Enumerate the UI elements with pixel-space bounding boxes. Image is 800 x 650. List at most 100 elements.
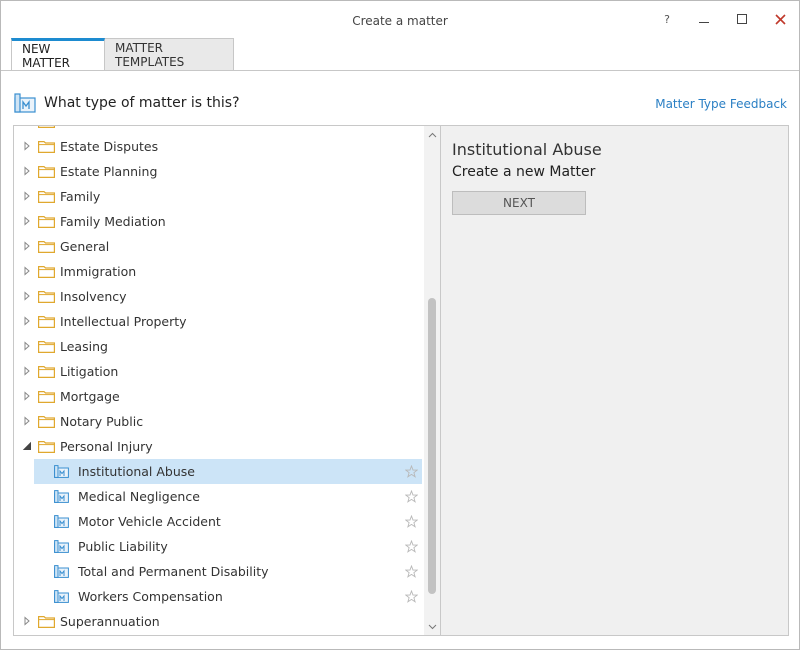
tree-item-insolvency[interactable]: Insolvency: [14, 284, 424, 309]
matter-type-icon: [54, 490, 69, 503]
collapsed-arrow-icon[interactable]: [22, 166, 32, 176]
favorite-star-icon[interactable]: [404, 589, 419, 603]
close-icon: [774, 13, 786, 25]
matter-type-icon: [54, 515, 69, 528]
tree-item-label: Family: [60, 189, 101, 204]
tree-item-general[interactable]: General: [14, 234, 424, 259]
collapsed-arrow-icon[interactable]: [22, 616, 32, 626]
folder-icon: [38, 165, 55, 178]
tab-bar: NEW MATTER MATTER TEMPLATES: [11, 38, 234, 71]
collapsed-arrow-icon[interactable]: [22, 391, 32, 401]
tree-item-workers-compensation[interactable]: Workers Compensation: [34, 584, 422, 609]
tab-divider: [1, 70, 799, 71]
tree-item-label: General: [60, 239, 110, 254]
tree-item-medical-negligence[interactable]: Medical Negligence: [34, 484, 422, 509]
tree-item-label: Estate Planning: [60, 164, 158, 179]
tree-item-family-mediation[interactable]: Family Mediation: [14, 209, 424, 234]
tree-item-label: Family Mediation: [60, 214, 166, 229]
folder-icon: [38, 215, 55, 228]
tree-item-personal-injury[interactable]: Personal Injury: [14, 434, 424, 459]
tree-item-label: Leasing: [60, 339, 108, 354]
collapsed-arrow-icon[interactable]: [22, 366, 32, 376]
selected-matter-subtitle: Create a new Matter: [452, 164, 596, 180]
tree-item-notary-public[interactable]: Notary Public: [14, 409, 424, 434]
expanded-arrow-icon[interactable]: [22, 441, 32, 451]
tab-matter-templates[interactable]: MATTER TEMPLATES: [105, 38, 234, 71]
tree-item-family[interactable]: Family: [14, 184, 424, 209]
favorite-star-icon[interactable]: [404, 514, 419, 528]
collapsed-arrow-icon[interactable]: [22, 216, 32, 226]
tree-item-label: Intellectual Property: [60, 314, 187, 329]
collapsed-arrow-icon[interactable]: [22, 291, 32, 301]
minimize-icon: [699, 21, 709, 23]
tree-item-label: Mortgage: [60, 389, 120, 404]
folder-icon: [38, 390, 55, 403]
collapsed-arrow-icon[interactable]: [22, 266, 32, 276]
minimize-button[interactable]: [689, 9, 719, 29]
tree-item-label: Immigration: [60, 264, 137, 279]
matter-type-icon: [14, 93, 36, 113]
tree-item-label: Motor Vehicle Accident: [78, 514, 221, 529]
tree-item-label: Medical Negligence: [78, 489, 200, 504]
collapsed-arrow-icon[interactable]: [22, 125, 32, 126]
maximize-icon: [737, 14, 747, 24]
collapsed-arrow-icon[interactable]: [22, 316, 32, 326]
favorite-star-icon[interactable]: [404, 564, 419, 578]
chevron-down-icon: [428, 624, 436, 630]
tree-item-label: Litigation: [60, 364, 119, 379]
tree-item-immigration[interactable]: Immigration: [14, 259, 424, 284]
folder-icon: [38, 440, 55, 453]
matter-detail-panel: Institutional Abuse Create a new Matter …: [441, 125, 789, 636]
collapsed-arrow-icon[interactable]: [22, 141, 32, 151]
tree-item-label: Estate Disputes: [60, 139, 159, 154]
folder-icon: [38, 190, 55, 203]
tree-item-motor-vehicle-accident[interactable]: Motor Vehicle Accident: [34, 509, 422, 534]
tree-item-public-liability[interactable]: Public Liability: [34, 534, 422, 559]
folder-icon: [38, 615, 55, 628]
folder-icon: [38, 140, 55, 153]
tree-item-mortgage[interactable]: Mortgage: [14, 384, 424, 409]
selected-matter-title: Institutional Abuse: [452, 140, 602, 159]
tree-item-label: Insolvency: [60, 289, 127, 304]
tab-new-matter[interactable]: NEW MATTER: [11, 38, 105, 71]
folder-icon: [38, 240, 55, 253]
tree-scrollbar[interactable]: [424, 126, 440, 635]
tree-item-superannuation[interactable]: Superannuation: [14, 609, 424, 634]
tree-item-litigation[interactable]: Litigation: [14, 359, 424, 384]
scroll-down-button[interactable]: [427, 622, 437, 632]
tree-item-estate-planning[interactable]: Estate Planning: [14, 159, 424, 184]
matter-type-icon: [54, 565, 69, 578]
scrollbar-thumb[interactable]: [428, 298, 436, 594]
matter-type-tree: Estate Administration Estate Disputes Esta…: [13, 125, 441, 636]
next-button[interactable]: NEXT: [452, 191, 586, 215]
matter-type-icon: [54, 590, 69, 603]
collapsed-arrow-icon[interactable]: [22, 341, 32, 351]
help-icon: ?: [664, 12, 670, 26]
folder-icon: [38, 315, 55, 328]
tree-item-label: Institutional Abuse: [78, 464, 195, 479]
favorite-star-icon[interactable]: [404, 464, 419, 478]
title-bar: Create a matter ?: [1, 1, 799, 37]
collapsed-arrow-icon[interactable]: [22, 241, 32, 251]
tree-item-label: Workers Compensation: [78, 589, 223, 604]
tree-item-label: Superannuation: [60, 614, 160, 629]
collapsed-arrow-icon[interactable]: [22, 416, 32, 426]
tree-item-institutional-abuse[interactable]: Institutional Abuse: [34, 459, 422, 484]
collapsed-arrow-icon[interactable]: [22, 191, 32, 201]
close-button[interactable]: [765, 9, 795, 29]
tree-item-leasing[interactable]: Leasing: [14, 334, 424, 359]
tree-item-total-and-permanent-disability[interactable]: Total and Permanent Disability: [34, 559, 422, 584]
folder-icon: [38, 265, 55, 278]
favorite-star-icon[interactable]: [404, 489, 419, 503]
tree-item-estate-disputes[interactable]: Estate Disputes: [14, 134, 424, 159]
maximize-button[interactable]: [727, 9, 757, 29]
tree-item-label: Personal Injury: [60, 439, 153, 454]
tree-item-intellectual-property[interactable]: Intellectual Property: [14, 309, 424, 334]
tree-item-partial[interactable]: Estate Administration: [14, 125, 424, 134]
chevron-up-icon: [428, 132, 436, 138]
scroll-up-button[interactable]: [427, 130, 437, 140]
help-button[interactable]: ?: [652, 9, 682, 29]
favorite-star-icon[interactable]: [404, 539, 419, 553]
matter-type-icon: [54, 465, 69, 478]
matter-type-feedback-link[interactable]: Matter Type Feedback: [655, 97, 787, 111]
